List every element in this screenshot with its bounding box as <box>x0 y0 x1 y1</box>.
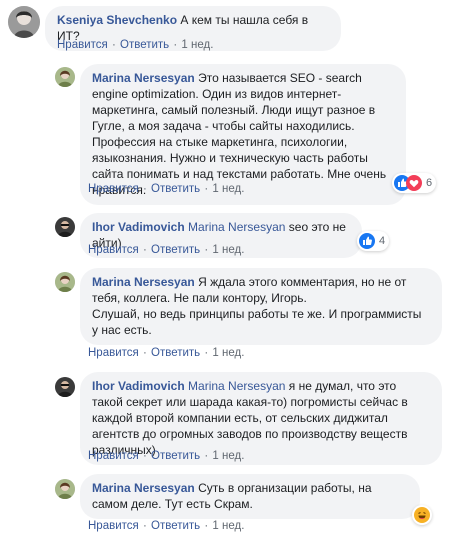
avatar-photo-icon <box>55 272 75 292</box>
like-button[interactable]: Нравится <box>57 39 108 51</box>
reactions-badge[interactable] <box>412 505 432 525</box>
comment-author[interactable]: Kseniya Shevchenko <box>57 13 177 27</box>
comment-author[interactable]: Marina Nersesyan <box>92 275 195 289</box>
comment-actions: Нравится · Ответить · 1 нед. <box>88 244 245 256</box>
comment-actions: Нравится · Ответить · 1 нед. <box>88 183 245 195</box>
reactions-badge[interactable]: 6 <box>392 173 437 193</box>
mention-link[interactable]: Marina Nersesyan <box>188 379 285 393</box>
like-icon <box>359 233 375 249</box>
like-button[interactable]: Нравится <box>88 450 139 462</box>
like-button[interactable]: Нравится <box>88 347 139 359</box>
avatar-photo-icon <box>55 377 75 397</box>
avatar-photo-icon <box>55 479 75 499</box>
reply-button[interactable]: Ответить <box>151 347 200 359</box>
avatar[interactable] <box>55 377 75 397</box>
love-icon <box>406 175 422 191</box>
like-button[interactable]: Нравится <box>88 520 139 532</box>
reaction-count: 4 <box>379 235 386 247</box>
avatar-photo-icon <box>8 6 40 38</box>
reply-button[interactable]: Ответить <box>120 39 169 51</box>
comment-author[interactable]: Ihor Vadimovich <box>92 379 185 393</box>
like-button[interactable]: Нравится <box>88 244 139 256</box>
comment-time[interactable]: 1 нед. <box>212 183 244 195</box>
comment-author[interactable]: Marina Nersesyan <box>92 71 195 85</box>
reaction-count: 6 <box>426 177 433 189</box>
comment-text-line2: Слушай, но ведь принципы работы те же. И… <box>92 307 422 337</box>
comment-actions: Нравится · Ответить · 1 нед. <box>88 450 245 462</box>
comment-actions: Нравится · Ответить · 1 нед. <box>88 520 245 532</box>
comment-time[interactable]: 1 нед. <box>212 450 244 462</box>
reply-button[interactable]: Ответить <box>151 520 200 532</box>
avatar-photo-icon <box>55 217 75 237</box>
like-button[interactable]: Нравится <box>88 183 139 195</box>
avatar[interactable] <box>55 272 75 292</box>
haha-icon <box>414 507 430 523</box>
avatar[interactable] <box>55 217 75 237</box>
comment-bubble: Marina Nersesyan Я ждала этого комментар… <box>80 268 442 345</box>
comment-time[interactable]: 1 нед. <box>212 244 244 256</box>
reactions-badge[interactable]: 4 <box>357 231 390 251</box>
comment-time[interactable]: 1 нед. <box>212 347 244 359</box>
avatar[interactable] <box>8 6 40 38</box>
comment-actions: Нравится · Ответить · 1 нед. <box>88 347 245 359</box>
comment-text: Это называется SEO - search engine optim… <box>92 71 387 197</box>
reply-button[interactable]: Ответить <box>151 183 200 195</box>
reply-button[interactable]: Ответить <box>151 450 200 462</box>
avatar[interactable] <box>55 67 75 87</box>
comment-author[interactable]: Marina Nersesyan <box>92 481 195 495</box>
comment-bubble: Marina Nersesyan Суть в организации рабо… <box>80 474 420 519</box>
avatar[interactable] <box>55 479 75 499</box>
reply-button[interactable]: Ответить <box>151 244 200 256</box>
comment-actions: Нравится · Ответить · 1 нед. <box>57 39 214 51</box>
comment-author[interactable]: Ihor Vadimovich <box>92 220 185 234</box>
mention-link[interactable]: Marina Nersesyan <box>188 220 285 234</box>
avatar-photo-icon <box>55 67 75 87</box>
comment-time[interactable]: 1 нед. <box>181 39 213 51</box>
comment-time[interactable]: 1 нед. <box>212 520 244 532</box>
